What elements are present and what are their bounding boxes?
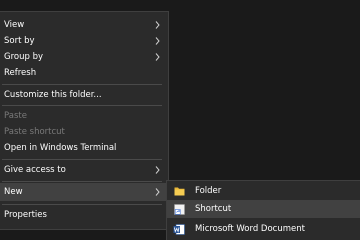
- submenu-item-word-document[interactable]: Microsoft Word Document: [167, 220, 360, 238]
- word-icon: [173, 223, 185, 235]
- menu-item-paste: Paste: [0, 108, 168, 124]
- menu-item-label: Open in Windows Terminal: [4, 143, 117, 153]
- submenu-item-label: Shortcut: [195, 204, 232, 214]
- menu-item-customize-folder[interactable]: Customize this folder...: [0, 87, 168, 103]
- chevron-right-icon: [154, 53, 160, 61]
- menu-item-open-terminal[interactable]: Open in Windows Terminal: [0, 140, 168, 156]
- submenu-item-label: Microsoft Word Document: [195, 224, 305, 234]
- menu-item-label: Customize this folder...: [4, 90, 102, 100]
- new-submenu: Folder Shortcut Microsoft Word Document: [166, 180, 360, 240]
- menu-item-new[interactable]: New: [0, 183, 168, 201]
- menu-item-group-by[interactable]: Group by: [0, 49, 168, 65]
- menu-item-label: Give access to: [4, 165, 66, 175]
- folder-icon: [173, 185, 185, 197]
- submenu-item-label: Folder: [195, 186, 222, 196]
- menu-item-view[interactable]: View: [0, 17, 168, 33]
- menu-separator: [2, 159, 162, 160]
- chevron-right-icon: [154, 21, 160, 29]
- menu-item-label: New: [4, 187, 23, 197]
- menu-item-label: Paste: [4, 111, 27, 121]
- menu-item-label: Paste shortcut: [4, 127, 65, 137]
- menu-item-label: Sort by: [4, 36, 35, 46]
- shortcut-icon: [173, 203, 185, 215]
- menu-item-label: Refresh: [4, 68, 37, 78]
- chevron-right-icon: [154, 188, 160, 196]
- menu-separator: [2, 204, 162, 205]
- menu-item-label: Properties: [4, 210, 47, 220]
- menu-item-sort-by[interactable]: Sort by: [0, 33, 168, 49]
- menu-separator: [2, 105, 162, 106]
- menu-item-give-access[interactable]: Give access to: [0, 162, 168, 178]
- menu-item-label: Group by: [4, 52, 44, 62]
- submenu-item-shortcut[interactable]: Shortcut: [167, 200, 360, 218]
- chevron-right-icon: [154, 166, 160, 174]
- context-menu: View Sort by Group by Refresh Customize …: [0, 11, 169, 230]
- menu-separator: [2, 84, 162, 85]
- chevron-right-icon: [154, 37, 160, 45]
- menu-item-label: View: [4, 20, 25, 30]
- menu-separator: [2, 181, 162, 182]
- menu-item-refresh[interactable]: Refresh: [0, 65, 168, 81]
- menu-item-properties[interactable]: Properties: [0, 207, 168, 223]
- submenu-item-folder[interactable]: Folder: [167, 182, 360, 200]
- menu-item-paste-shortcut: Paste shortcut: [0, 124, 168, 140]
